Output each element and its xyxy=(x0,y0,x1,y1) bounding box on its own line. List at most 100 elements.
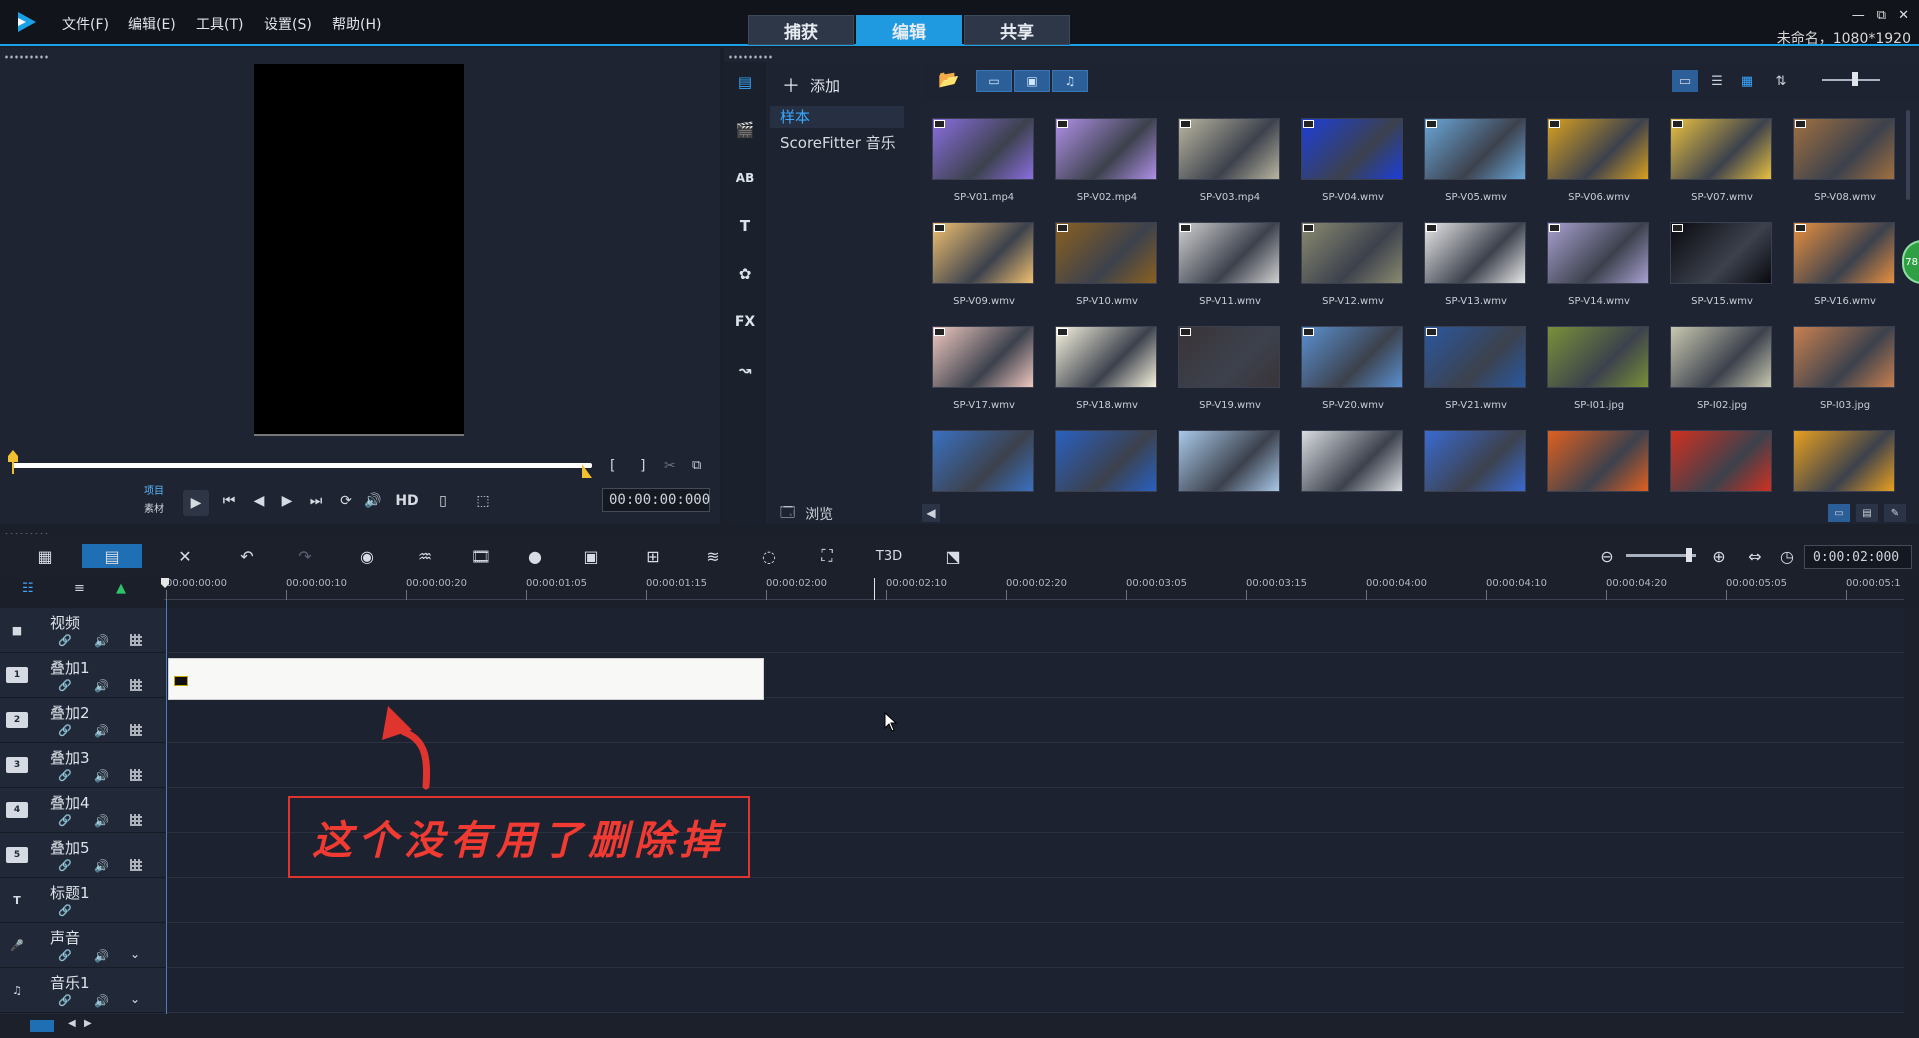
previous-frame-icon[interactable]: ◀ xyxy=(248,490,270,512)
storyboard-view-icon[interactable]: ▦ xyxy=(32,544,58,568)
track-volume-icon[interactable]: 🔊 xyxy=(94,769,109,783)
music-track-icon[interactable]: ♫ xyxy=(6,982,28,998)
import-media-icon[interactable]: 📂 xyxy=(938,70,959,90)
subtitle-editor-icon[interactable]: ▣ xyxy=(578,544,604,568)
time-remapping-icon[interactable]: ≋ xyxy=(700,544,726,568)
library-thumbnail[interactable]: SP-V05.wmv xyxy=(1416,104,1538,209)
timeline-view-icon[interactable]: ▤ xyxy=(82,544,142,568)
library-thumbnail[interactable]: SP-V02.mp4 xyxy=(1047,104,1169,209)
track-header[interactable]: 4 叠加4 🔗 🔊 xyxy=(0,788,166,833)
menu-item[interactable]: 帮助(H) xyxy=(332,14,381,34)
add-remove-chapter-icon[interactable]: ≡ xyxy=(74,581,85,596)
library-thumbnail[interactable]: SP-V13.wmv xyxy=(1416,208,1538,313)
track-volume-icon[interactable]: 🔊 xyxy=(94,949,109,963)
motion-tracking-icon[interactable]: ● xyxy=(522,544,548,568)
track-volume-icon[interactable]: 🔊 xyxy=(94,814,109,828)
record-capture-icon[interactable]: ◉ xyxy=(354,544,380,568)
filter-icon[interactable]: FX xyxy=(733,310,757,334)
library-thumbnail[interactable]: SP-V20.wmv xyxy=(1293,312,1415,417)
ripple-link-icon[interactable]: 🔗 xyxy=(58,859,72,872)
show-videos-icon[interactable]: ▭ xyxy=(976,70,1012,92)
library-thumbnail[interactable]: SP-I01.jpg xyxy=(1539,312,1661,417)
library-thumbnail[interactable]: SP-V07.wmv xyxy=(1662,104,1784,209)
track-row[interactable] xyxy=(166,878,1904,923)
title-icon[interactable]: T xyxy=(733,214,757,238)
overlay-track-icon[interactable]: 3 xyxy=(6,757,28,773)
track-visibility-icon[interactable] xyxy=(130,769,142,781)
ripple-link-icon[interactable]: 🔗 xyxy=(58,724,72,737)
auto-music-icon[interactable]: 🎞 xyxy=(468,544,494,568)
library-layout-icon[interactable]: ▭ xyxy=(1828,504,1850,522)
chevron-down-icon[interactable]: ⌄ xyxy=(130,947,140,961)
track-visibility-icon[interactable] xyxy=(130,634,142,646)
library-thumbnail[interactable]: SP-V19.wmv xyxy=(1170,312,1292,417)
project-mode-label[interactable]: 项目 xyxy=(144,482,164,497)
close-icon[interactable]: ✕ xyxy=(1898,8,1909,23)
track-header[interactable]: 2 叠加2 🔗 🔊 xyxy=(0,698,166,743)
mark-in-button[interactable]: [ xyxy=(610,458,615,474)
library-thumbnail[interactable]: SP-V06.wmv xyxy=(1539,104,1661,209)
track-header[interactable]: T 标题1 🔗 xyxy=(0,878,166,923)
next-frame-icon[interactable]: ▶ xyxy=(276,490,298,512)
library-thumbnail[interactable]: SP-V18.wmv xyxy=(1047,312,1169,417)
trim-end-handle-icon[interactable] xyxy=(582,464,592,478)
path-icon[interactable]: ↝ xyxy=(733,358,757,382)
library-panel-grip[interactable] xyxy=(728,54,774,60)
track-visibility-icon[interactable] xyxy=(130,724,142,736)
repeat-icon[interactable]: ⟳ xyxy=(335,490,357,512)
minimize-icon[interactable]: — xyxy=(1852,8,1865,23)
scrubber-track[interactable] xyxy=(12,463,592,468)
volume-icon[interactable]: 🔊 xyxy=(362,490,384,512)
ripple-link-icon[interactable]: 🔗 xyxy=(58,769,72,782)
ripple-link-icon[interactable]: 🔗 xyxy=(58,904,72,917)
menu-item[interactable]: 设置(S) xyxy=(264,14,312,34)
library-thumbnail[interactable] xyxy=(1047,416,1169,504)
library-thumbnail[interactable]: SP-I03.jpg xyxy=(1785,312,1904,417)
library-thumbnail[interactable]: SP-I02.jpg xyxy=(1662,312,1784,417)
title-track-icon[interactable]: T xyxy=(6,892,28,908)
ripple-link-icon[interactable]: 🔗 xyxy=(58,634,72,647)
restore-icon[interactable]: ⧉ xyxy=(1877,8,1886,23)
mode-tab[interactable]: 编辑 xyxy=(856,15,962,45)
timeline-zoom-knob[interactable] xyxy=(1686,548,1692,562)
project-duration-icon[interactable]: ◷ xyxy=(1774,544,1800,568)
add-folder-button[interactable]: ＋ 添加 xyxy=(782,72,840,98)
library-thumbnail[interactable] xyxy=(1785,416,1904,504)
timeline-scroll-button[interactable] xyxy=(30,1020,54,1032)
tree-item-sample[interactable]: 样本 xyxy=(770,106,904,128)
library-thumbnail[interactable]: SP-V10.wmv xyxy=(1047,208,1169,313)
track-header[interactable]: ■ 视频 🔗 🔊 xyxy=(0,608,166,653)
scroll-right-icon[interactable]: ▶ xyxy=(84,1018,92,1029)
thumbnail-view-icon[interactable]: ▭ xyxy=(1672,70,1698,92)
ripple-edit-icon[interactable]: ▲ xyxy=(116,581,126,596)
mask-creator-icon[interactable]: ◌ xyxy=(756,544,782,568)
mode-tab[interactable]: 共享 xyxy=(964,15,1070,45)
overlay-track-icon[interactable]: 4 xyxy=(6,802,28,818)
overlay-track-icon[interactable]: 5 xyxy=(6,847,28,863)
library-thumbnail[interactable]: SP-V01.mp4 xyxy=(924,104,1046,209)
options-panel-icon[interactable]: ▤ xyxy=(1856,504,1878,522)
menu-item[interactable]: 工具(T) xyxy=(196,14,243,34)
zoom-in-icon[interactable]: ⊕ xyxy=(1706,544,1732,568)
mode-tab[interactable]: 捕获 xyxy=(748,15,854,45)
track-volume-icon[interactable]: 🔊 xyxy=(94,724,109,738)
library-thumbnail[interactable]: SP-V21.wmv xyxy=(1416,312,1538,417)
fit-project-icon[interactable]: ⇔ xyxy=(1742,544,1768,568)
library-thumbnail[interactable] xyxy=(924,416,1046,504)
track-header[interactable]: 1 叠加1 🔗 🔊 xyxy=(0,653,166,698)
overlay-track-icon[interactable]: 2 xyxy=(6,712,28,728)
pan-zoom-icon[interactable]: ⛶ xyxy=(814,544,840,568)
overlay-track-icon[interactable]: 1 xyxy=(6,667,28,683)
tree-item-scorefitter[interactable]: ScoreFitter 音乐 xyxy=(780,132,896,153)
track-header[interactable]: 🎤 声音 🔗 🔊 ⌄ xyxy=(0,923,166,968)
library-thumbnail[interactable]: SP-V15.wmv xyxy=(1662,208,1784,313)
edit-icon[interactable]: ✎ xyxy=(1884,504,1906,522)
redo-icon[interactable]: ↷ xyxy=(292,544,318,568)
library-thumbnail[interactable]: SP-V03.mp4 xyxy=(1170,104,1292,209)
grid-view-icon[interactable]: ▦ xyxy=(1734,70,1760,92)
split-screen-icon[interactable]: ⬔ xyxy=(940,544,966,568)
track-manager-icon[interactable]: ☷ xyxy=(22,581,34,596)
track-visibility-icon[interactable] xyxy=(130,859,142,871)
library-thumbnail[interactable] xyxy=(1416,416,1538,504)
track-volume-icon[interactable]: 🔊 xyxy=(94,634,109,648)
